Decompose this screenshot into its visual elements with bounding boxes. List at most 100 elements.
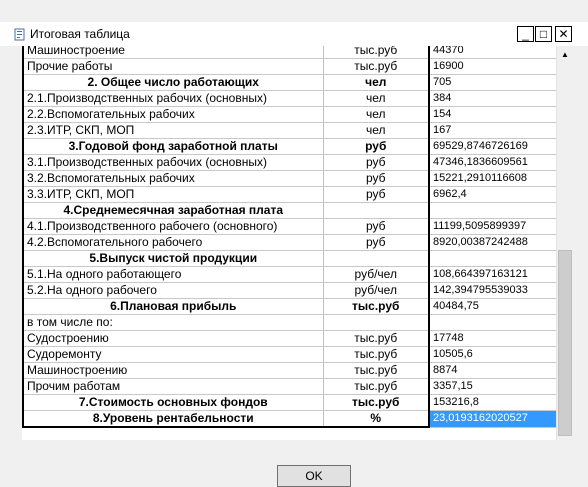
table-row[interactable]: 2. Общее число работающих чел 705 xyxy=(22,74,556,91)
row-label[interactable]: 3.3.ИТР, СКП, МОП xyxy=(22,186,324,203)
row-label[interactable]: 6.Плановая прибыль xyxy=(22,298,324,315)
table-row[interactable]: 4.Среднемесячная заработная плата xyxy=(22,202,556,219)
row-unit[interactable]: руб xyxy=(323,170,430,187)
row-label[interactable]: Машиностроение xyxy=(22,46,324,59)
table-row[interactable]: 4.2.Вспомогательного рабочего руб 8920,003… xyxy=(22,234,556,251)
row-value[interactable]: 17748 xyxy=(429,330,556,347)
row-unit[interactable]: руб xyxy=(323,234,430,251)
row-label[interactable]: 3.1.Производственных рабочих (основных) xyxy=(22,154,324,171)
row-unit[interactable]: % xyxy=(323,410,430,428)
row-unit[interactable]: руб xyxy=(323,186,430,203)
row-label[interactable]: Прочим работам xyxy=(22,378,324,395)
row-label[interactable]: 3.2.Вспомогательных рабочих xyxy=(22,170,324,187)
table-row[interactable]: 2.2.Вспомогательных рабочих чел 154 xyxy=(22,106,556,123)
row-value[interactable]: 6962,4 xyxy=(429,186,556,203)
row-unit[interactable]: тыс.руб xyxy=(323,378,430,395)
table-row[interactable]: 3.2.Вспомогательных рабочих руб 15221,2910… xyxy=(22,170,556,187)
row-value[interactable]: 153216,8 xyxy=(429,394,556,411)
row-value[interactable] xyxy=(429,250,556,267)
vertical-scrollbar[interactable]: ▲ xyxy=(556,46,573,440)
row-label[interactable]: 2.1.Производственных рабочих (основных) xyxy=(22,90,324,107)
row-label[interactable]: Судостроению xyxy=(22,330,324,347)
table-row[interactable]: 4.1.Производственного рабочего (основног… xyxy=(22,218,556,235)
table-row[interactable]: 5.2.На одного рабочего руб/чел 142,3947955… xyxy=(22,282,556,299)
row-unit[interactable]: руб/чел xyxy=(323,266,430,283)
row-label[interactable]: 8.Уровень рентабельности xyxy=(22,410,324,428)
close-button[interactable]: ✕ xyxy=(555,26,572,42)
row-value[interactable]: 3357,15 xyxy=(429,378,556,395)
row-unit[interactable] xyxy=(323,250,430,267)
row-label[interactable]: 4.1.Производственного рабочего (основног… xyxy=(22,218,324,235)
row-label[interactable]: Машиностроению xyxy=(22,362,324,379)
table-row[interactable]: 2.3.ИТР, СКП, МОП чел 167 xyxy=(22,122,556,139)
table-row[interactable]: 3.Годовой фонд заработной платы руб 69529,… xyxy=(22,138,556,155)
ok-button[interactable]: OK xyxy=(277,465,351,487)
row-unit[interactable]: тыс.руб xyxy=(323,346,430,363)
title-bar[interactable]: Итоговая таблица _ □ ✕ xyxy=(0,22,588,46)
row-value[interactable]: 47346,1836609561 xyxy=(429,154,556,171)
minimize-button[interactable]: _ xyxy=(517,26,534,42)
row-value[interactable]: 8874 xyxy=(429,362,556,379)
row-value[interactable]: 40484,75 xyxy=(429,298,556,315)
table-row[interactable]: Машиностроение тыс.руб 44370 xyxy=(22,46,556,59)
row-unit[interactable]: руб xyxy=(323,154,430,171)
row-unit[interactable]: чел xyxy=(323,90,430,107)
row-unit[interactable]: руб/чел xyxy=(323,282,430,299)
row-value[interactable]: 142,394795539033 xyxy=(429,282,556,299)
row-value[interactable]: 8920,00387242488 xyxy=(429,234,556,251)
scroll-thumb[interactable] xyxy=(558,250,572,436)
row-unit[interactable]: тыс.руб xyxy=(323,58,430,75)
table-row[interactable]: Прочим работам тыс.руб 3357,15 xyxy=(22,378,556,395)
row-unit[interactable] xyxy=(323,202,430,219)
row-unit[interactable]: тыс.руб xyxy=(323,362,430,379)
table-row[interactable]: 5.1.На одного работающего руб/чел 108,6643… xyxy=(22,266,556,283)
row-value[interactable]: 108,664397163121 xyxy=(429,266,556,283)
row-value[interactable]: 11199,5095899397 xyxy=(429,218,556,235)
table-row[interactable]: 6.Плановая прибыль тыс.руб 40484,75 xyxy=(22,298,556,315)
table-row[interactable]: Судостроению тыс.руб 17748 xyxy=(22,330,556,347)
table-row[interactable]: 8.Уровень рентабельности% 23,019316202052… xyxy=(22,410,556,428)
row-value[interactable]: 10505,6 xyxy=(429,346,556,363)
row-label[interactable]: 4.2.Вспомогательного рабочего xyxy=(22,234,324,251)
row-label[interactable]: Судоремонту xyxy=(22,346,324,363)
row-unit[interactable]: чел xyxy=(323,74,430,91)
row-label[interactable]: 5.2.На одного рабочего xyxy=(22,282,324,299)
row-value[interactable]: 44370 xyxy=(429,46,556,59)
row-value[interactable]: 154 xyxy=(429,106,556,123)
row-unit[interactable]: руб xyxy=(323,138,430,155)
row-label[interactable]: 3.Годовой фонд заработной платы xyxy=(22,138,324,155)
row-label[interactable]: в том числе по: xyxy=(22,314,324,331)
row-label[interactable]: 5.Выпуск чистой продукции xyxy=(22,250,324,267)
row-unit[interactable] xyxy=(323,314,430,331)
row-unit[interactable]: тыс.руб xyxy=(323,46,430,59)
results-grid[interactable]: Машиностроение тыс.руб 44370 Прочие работы т… xyxy=(22,46,556,440)
row-label[interactable]: 7.Стоимость основных фондов xyxy=(22,394,324,411)
table-row[interactable]: 3.1.Производственных рабочих (основных) р… xyxy=(22,154,556,171)
row-value[interactable]: 384 xyxy=(429,90,556,107)
row-label[interactable]: 4.Среднемесячная заработная плата xyxy=(22,202,324,219)
row-value[interactable]: 69529,8746726169 xyxy=(429,138,556,155)
row-value[interactable] xyxy=(429,202,556,219)
maximize-button[interactable]: □ xyxy=(535,26,552,42)
row-value[interactable]: 23,0193162020527 xyxy=(429,410,556,428)
row-unit[interactable]: тыс.руб xyxy=(323,394,430,411)
row-unit[interactable]: чел xyxy=(323,122,430,139)
row-value[interactable]: 16900 xyxy=(429,58,556,75)
table-row[interactable]: Машиностроению тыс.руб 8874 xyxy=(22,362,556,379)
row-value[interactable] xyxy=(429,314,556,331)
row-label[interactable]: 2. Общее число работающих xyxy=(22,74,324,91)
row-label[interactable]: 5.1.На одного работающего xyxy=(22,266,324,283)
row-label[interactable]: Прочие работы xyxy=(22,58,324,75)
row-unit[interactable]: чел xyxy=(323,106,430,123)
row-label[interactable]: 2.2.Вспомогательных рабочих xyxy=(22,106,324,123)
table-row[interactable]: Прочие работы тыс.руб 16900 xyxy=(22,58,556,75)
row-unit[interactable]: тыс.руб xyxy=(323,330,430,347)
table-row[interactable]: в том числе по: xyxy=(22,314,556,331)
table-row[interactable]: 2.1.Производственных рабочих (основных) ч… xyxy=(22,90,556,107)
row-label[interactable]: 2.3.ИТР, СКП, МОП xyxy=(22,122,324,139)
table-row[interactable]: 3.3.ИТР, СКП, МОП руб 6962,4 xyxy=(22,186,556,203)
table-row[interactable]: 5.Выпуск чистой продукции xyxy=(22,250,556,267)
row-unit[interactable]: тыс.руб xyxy=(323,298,430,315)
row-unit[interactable]: руб xyxy=(323,218,430,235)
scroll-up-arrow-icon[interactable]: ▲ xyxy=(557,46,573,63)
